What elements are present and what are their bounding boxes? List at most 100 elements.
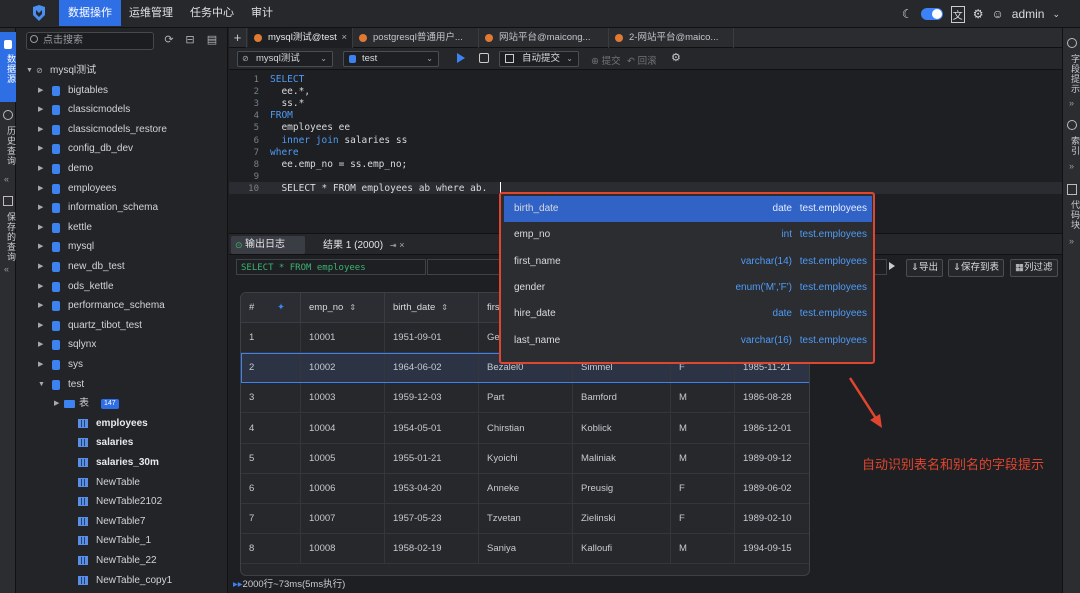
tree-item-table[interactable]: salaries_30m	[16, 453, 227, 473]
chevron-right-icon[interactable]: ▶	[38, 159, 43, 179]
chevron-right-icon[interactable]: ▶	[38, 277, 43, 297]
grid-cell[interactable]: M	[671, 443, 735, 474]
grid-cell[interactable]: 1989-09-12	[735, 444, 809, 474]
chevron-right-icon[interactable]: ▶	[38, 179, 43, 199]
grid-cell[interactable]: 1986-08-28	[735, 383, 809, 414]
chevron-right-icon[interactable]: ▶	[38, 139, 43, 159]
autocomplete-item[interactable]: first_name varchar(14) test.employees	[504, 249, 872, 275]
editor-tab[interactable]: 网站平台@maicong...	[479, 28, 609, 48]
tree-item-db[interactable]: ▶ sqlynx	[16, 335, 227, 355]
tree-item-db[interactable]: ▶ kettle	[16, 218, 227, 238]
expand-icon[interactable]	[889, 262, 895, 270]
grid-cell[interactable]: 1954-05-01	[385, 413, 479, 444]
tree-item-db[interactable]: ▶ bigtables	[16, 81, 227, 101]
grid-header-cell[interactable]: # ✦	[241, 293, 301, 323]
tree-item-table[interactable]: salaries	[16, 433, 227, 453]
snippet-icon[interactable]	[1067, 184, 1077, 195]
datasource-rail-item[interactable]: 数据源	[0, 32, 16, 102]
tree-item-db[interactable]: ▶ demo	[16, 159, 227, 179]
tree-item-db[interactable]: ▶ employees	[16, 179, 227, 199]
pin-icon[interactable]: ⇥	[390, 241, 397, 250]
tree-item-db[interactable]: ▶ information_schema	[16, 198, 227, 218]
grid-cell[interactable]: 10007	[301, 504, 385, 535]
grid-header-cell[interactable]: emp_no ⇕	[301, 293, 385, 323]
grid-cell[interactable]: 1	[241, 323, 301, 353]
grid-cell[interactable]: 6	[241, 474, 301, 504]
chevron-right-icon[interactable]: »	[1069, 236, 1074, 246]
run-icon[interactable]	[457, 53, 465, 63]
tree-item-table[interactable]: NewTable_copy1	[16, 571, 227, 591]
autocomplete-item[interactable]: birth_date date test.employees	[504, 196, 872, 223]
close-icon[interactable]: ×	[341, 28, 347, 48]
grid-cell[interactable]: 1958-02-19	[385, 534, 479, 565]
save-to-table-button[interactable]: ⇓保存到表	[948, 259, 1004, 277]
grid-cell[interactable]: 1986-12-01	[735, 414, 809, 444]
grid-cell[interactable]: 1989-06-02	[735, 474, 809, 504]
grid-cell[interactable]: M	[671, 413, 735, 444]
chevron-right-icon[interactable]: ▶	[38, 198, 43, 218]
grid-cell[interactable]: Preusig	[573, 474, 671, 504]
saved-query-icon[interactable]	[3, 196, 13, 206]
topnav-item[interactable]: 运维管理	[120, 0, 182, 26]
grid-cell[interactable]: 1994-09-15	[735, 534, 809, 565]
chevron-right-icon[interactable]: »	[1069, 161, 1074, 171]
tree-item-db[interactable]: ▶ sys	[16, 355, 227, 375]
autocommit-select[interactable]: 自动提交 ⌄	[499, 51, 579, 67]
grid-cell[interactable]: 3	[241, 383, 301, 414]
grid-cell[interactable]: 1989-02-10	[735, 504, 809, 535]
topnav-item[interactable]: 审计	[242, 0, 282, 26]
grid-cell[interactable]: M	[671, 383, 735, 414]
chevron-right-icon[interactable]: ▶	[54, 394, 59, 414]
chevron-right-icon[interactable]: »	[1069, 98, 1074, 108]
chevron-right-icon[interactable]: ▶	[38, 296, 43, 316]
tab-result-1[interactable]: 结果 1 (2000) ⇥ ×	[323, 236, 405, 254]
grid-cell[interactable]: 10001	[301, 323, 385, 353]
history-icon[interactable]	[3, 110, 13, 120]
topnav-item[interactable]: 数据操作	[59, 0, 121, 26]
tree-item-table[interactable]: NewTable7	[16, 512, 227, 532]
tree-item-db[interactable]: ▶ config_db_dev	[16, 139, 227, 159]
tab-output-log[interactable]: ⊙ 输出日志	[231, 236, 305, 254]
chevron-right-icon[interactable]: ▶	[38, 218, 43, 238]
editor-tab[interactable]: mysql测试@test ×	[248, 28, 353, 48]
rail-label-history[interactable]: 历史查询	[0, 126, 16, 166]
chevron-right-icon[interactable]: ▶	[38, 316, 43, 336]
chevron-right-icon[interactable]: ▶	[38, 335, 43, 355]
moon-icon[interactable]: ☾	[902, 7, 913, 21]
settings-icon[interactable]: ▤	[206, 34, 218, 46]
autocomplete-item[interactable]: last_name varchar(16) test.employees	[504, 328, 872, 354]
sort-icon[interactable]: ⇕	[349, 303, 356, 312]
user-name[interactable]: admin	[1012, 7, 1045, 21]
editor-tab[interactable]: postgresql普通用户...	[353, 28, 479, 48]
chevron-down-icon[interactable]: ▼	[38, 375, 45, 395]
chevron-right-icon[interactable]: ▶	[38, 237, 43, 257]
grid-cell[interactable]: 8	[241, 534, 301, 565]
grid-cell[interactable]: F	[671, 504, 735, 535]
tree-item-table[interactable]: NewTable_1	[16, 531, 227, 551]
chevron-left-icon[interactable]: «	[4, 264, 9, 274]
collapse-icon[interactable]: ⊟	[184, 34, 196, 46]
grid-header-cell[interactable]: birth_date ⇕	[385, 293, 479, 323]
rollback-button[interactable]: ↶ 回滚	[627, 53, 657, 67]
tree-item-table[interactable]: NewTable2102	[16, 492, 227, 512]
grid-cell[interactable]: 1957-05-23	[385, 504, 479, 535]
tree-item-conn[interactable]: ▼ ⊘ mysql测试	[16, 61, 227, 81]
chevron-right-icon[interactable]: ▶	[38, 257, 43, 277]
grid-cell[interactable]: 10003	[301, 383, 385, 414]
grid-cell[interactable]: 10008	[301, 534, 385, 565]
tree-item-table[interactable]: NewTable_22	[16, 551, 227, 571]
rail-label-saved[interactable]: 保存的查询	[0, 212, 16, 262]
autocomplete-item[interactable]: emp_no int test.employees	[504, 222, 872, 248]
export-button[interactable]: ⇓导出	[906, 259, 943, 277]
bulb-icon[interactable]	[1067, 38, 1077, 48]
grid-cell[interactable]: F	[671, 474, 735, 504]
rail-label-snippet[interactable]: 代码块	[1064, 200, 1080, 230]
tree-item-folder[interactable]: ▶ 表 147	[16, 394, 227, 414]
tree-item-table[interactable]: NewTable	[16, 473, 227, 493]
rail-label-index[interactable]: 索引	[1064, 136, 1080, 156]
chevron-right-icon[interactable]: ▶	[38, 81, 43, 101]
refresh-icon[interactable]: ⟳	[163, 34, 175, 46]
tree-item-db[interactable]: ▼ test	[16, 375, 227, 395]
rail-label-field-hint[interactable]: 字段提示	[1064, 54, 1080, 94]
translate-icon[interactable]: 文	[950, 5, 965, 23]
